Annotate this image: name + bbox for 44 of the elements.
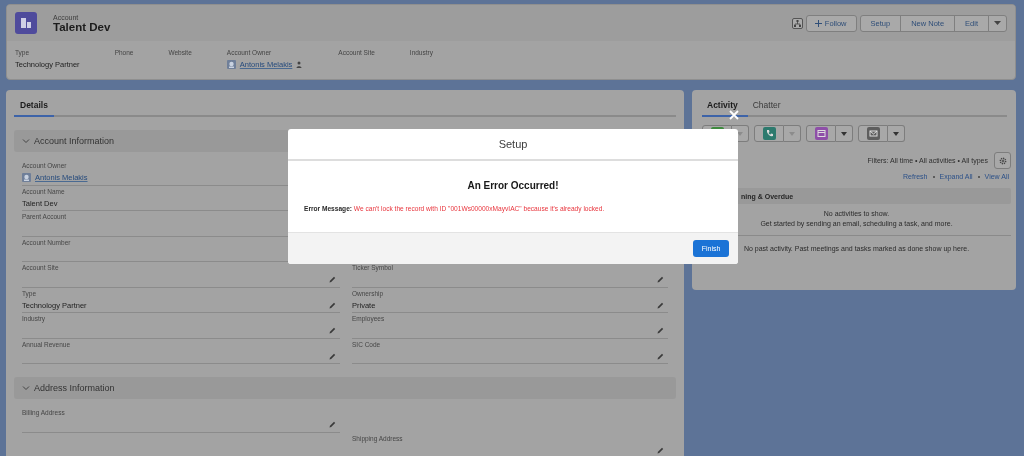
dropdown-button[interactable] [888,125,905,142]
email-icon [866,127,880,140]
pencil-icon[interactable] [329,352,336,360]
change-owner-icon[interactable] [296,61,304,68]
pencil-icon[interactable] [657,446,664,454]
error-heading: An Error Occurred! [466,180,560,191]
call-icon [762,127,776,140]
close-icon[interactable] [729,110,739,120]
section-title: Address Information [34,383,115,393]
caret-icon [893,131,899,136]
settings-button[interactable] [994,152,1011,169]
caret-icon [841,131,847,136]
section-header[interactable]: Address Information [14,377,676,399]
chevron-icon [22,384,30,392]
pencil-icon[interactable] [329,301,336,309]
user-icon [22,173,31,182]
pencil-icon[interactable] [329,421,336,428]
pencil-icon[interactable] [657,301,664,309]
call-button[interactable] [754,125,784,142]
event-button[interactable] [806,125,836,142]
pencil-icon[interactable] [657,276,664,283]
panel-tab[interactable]: Activity [702,100,748,117]
dropdown-button[interactable] [836,125,853,142]
pencil-icon[interactable] [329,327,336,334]
event-icon [814,127,828,140]
caret-icon [994,21,1001,25]
dialog-title: Setup [288,129,738,161]
pencil-icon[interactable] [657,327,664,334]
caret-icon [789,131,795,136]
details-tab[interactable]: Details [14,100,54,117]
hierarchy-button[interactable] [791,17,803,29]
account-icon [15,12,37,34]
gear-icon [998,156,1007,165]
section-title: Account Information [34,136,115,146]
caret-icon [737,131,743,136]
pencil-icon[interactable] [329,276,336,283]
email-button[interactable] [858,125,888,142]
chevron-icon [22,137,30,145]
record-title: Talent Dev [53,20,111,33]
user-icon [226,60,236,69]
pencil-icon[interactable] [657,352,664,360]
plus-icon [814,19,822,27]
panel-tab[interactable]: Chatter [747,100,791,117]
more-actions-button[interactable] [988,14,1007,32]
